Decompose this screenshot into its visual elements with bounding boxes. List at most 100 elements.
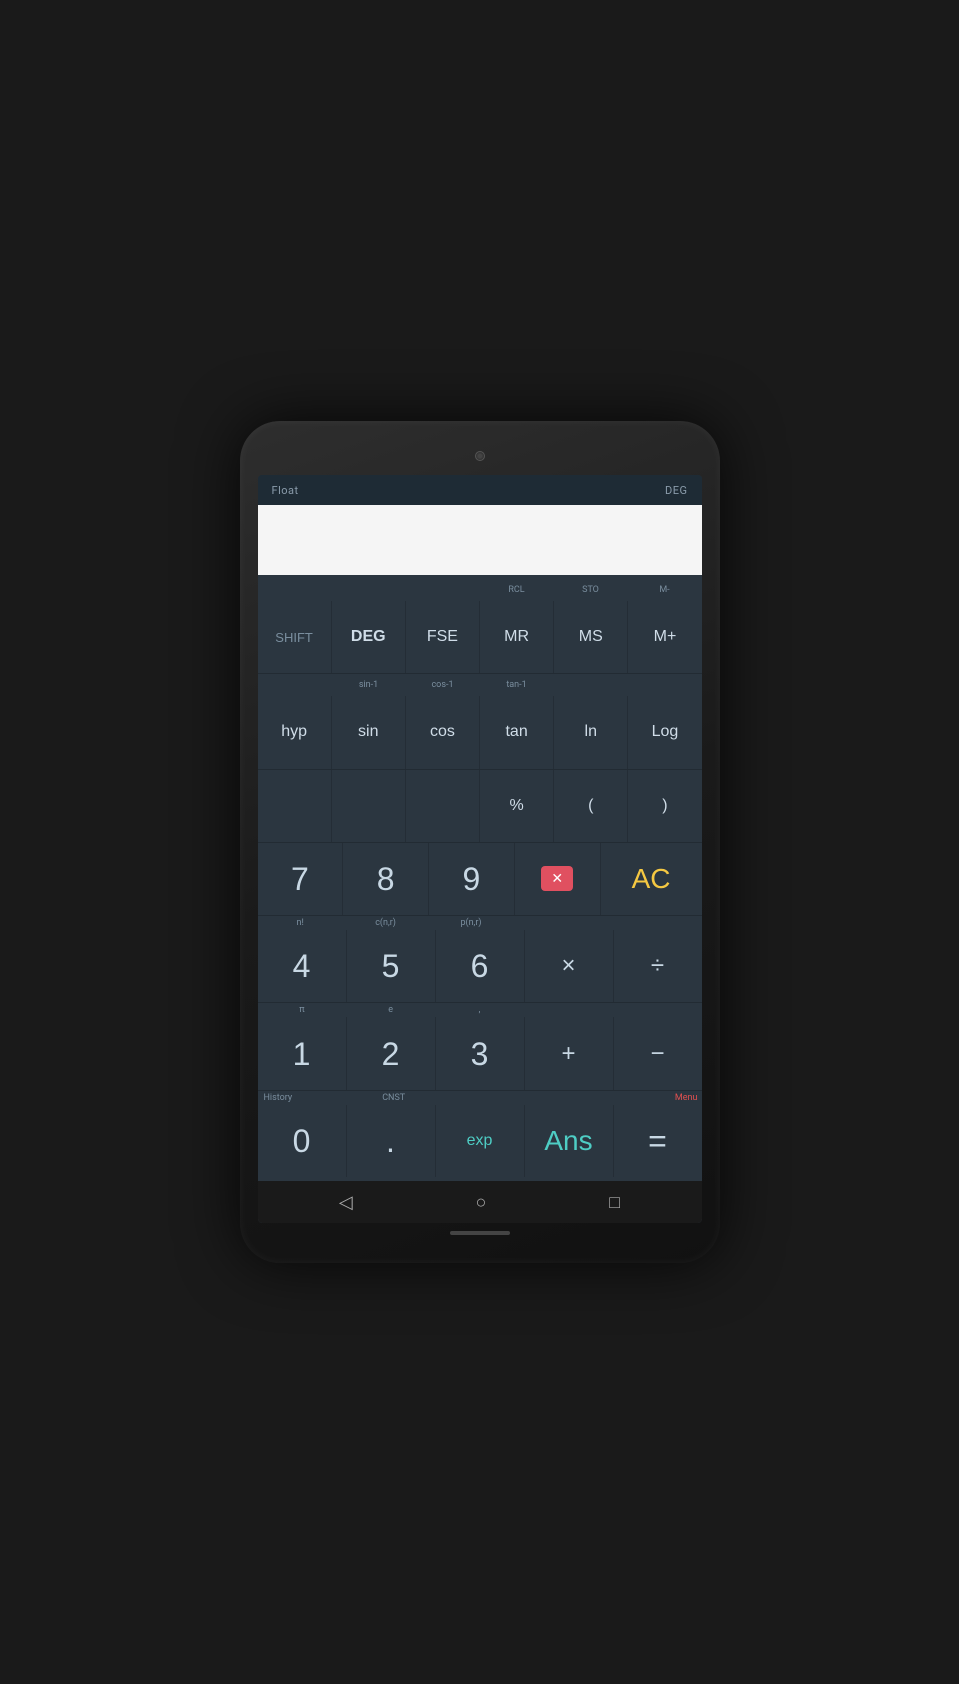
display-area [258, 505, 702, 575]
sin-button[interactable]: sin [332, 696, 406, 768]
ln-button[interactable]: ln [554, 696, 628, 768]
divide-label: ÷ [651, 954, 664, 978]
lparen-label: ( [588, 798, 593, 814]
backspace-icon: ✕ [541, 866, 573, 891]
multiply-button[interactable]: × [525, 930, 614, 1002]
equals-label: = [648, 1125, 667, 1157]
btn-6[interactable]: 6 [436, 930, 525, 1002]
sin-label: sin [358, 724, 378, 740]
mplus-label: M+ [654, 629, 677, 645]
hyp-button[interactable]: hyp [258, 696, 332, 768]
ms-button[interactable]: MS [554, 601, 628, 673]
percent-button[interactable]: % [480, 770, 554, 842]
rparen-button[interactable]: ) [628, 770, 701, 842]
pi-label: π [299, 1005, 304, 1015]
ac-label: AC [632, 865, 671, 893]
calculator-body: RCL STO M- SHIFT DEG FSE MR MS M+ sin-1 … [258, 575, 702, 1181]
ln-label: ln [585, 724, 597, 740]
home-button[interactable]: ○ [456, 1188, 507, 1217]
label-1: 1 [293, 1038, 311, 1070]
device-bottom [258, 1223, 702, 1243]
mr-label: MR [504, 629, 529, 645]
label-4: 4 [293, 950, 311, 982]
empty2-button [332, 770, 406, 842]
label-3: 3 [471, 1038, 489, 1070]
shift-label: SHIFT [275, 631, 313, 644]
tan-button[interactable]: tan [480, 696, 554, 768]
cos1-label: cos-1 [431, 680, 453, 690]
mplus-button[interactable]: M+ [628, 601, 701, 673]
label-9: 9 [463, 863, 481, 895]
ans-label: Ans [544, 1127, 592, 1155]
label-8: 8 [377, 863, 395, 895]
multiply-label: × [561, 954, 575, 978]
ms-label: MS [579, 629, 603, 645]
btn-3[interactable]: 3 [436, 1017, 525, 1089]
float-label: Float [272, 484, 299, 497]
cnst-sublabel: CNST [382, 1093, 405, 1103]
equals-button[interactable]: = [614, 1105, 702, 1177]
nfact-label: n! [297, 918, 304, 928]
screen: Float DEG RCL STO M- SHIFT DEG FSE MR MS… [258, 475, 702, 1223]
label-7: 7 [291, 863, 309, 895]
deg-button[interactable]: DEG [332, 601, 406, 673]
btn-7[interactable]: 7 [258, 843, 344, 915]
e-label: e [388, 1005, 393, 1015]
comma-label: , [479, 1005, 481, 1015]
log-label: Log [652, 724, 679, 740]
row-123: 1 2 3 + − [258, 1017, 702, 1090]
camera [475, 451, 485, 461]
sin1-label: sin-1 [359, 680, 378, 690]
btn-4[interactable]: 4 [258, 930, 347, 1002]
pnr-label: p(n,r) [460, 918, 481, 928]
history-sublabel: History [264, 1093, 293, 1103]
decimal-label: . [386, 1125, 395, 1157]
fse-label: FSE [427, 629, 458, 645]
btn-9[interactable]: 9 [429, 843, 515, 915]
exp-label: exp [467, 1133, 493, 1149]
btn-5[interactable]: 5 [347, 930, 436, 1002]
mminus-label: M- [659, 585, 669, 595]
btn-0[interactable]: 0 [258, 1105, 347, 1177]
backspace-button[interactable]: ✕ [515, 843, 601, 915]
label-0: 0 [293, 1125, 311, 1157]
exp-button[interactable]: exp [436, 1105, 525, 1177]
shift-button[interactable]: SHIFT [258, 601, 332, 673]
sto-label: STO [582, 585, 599, 595]
recents-button[interactable]: □ [589, 1188, 640, 1217]
row-memory: SHIFT DEG FSE MR MS M+ [258, 601, 702, 674]
minus-button[interactable]: − [614, 1017, 702, 1089]
row-456: 4 5 6 × ÷ [258, 930, 702, 1003]
deg-label: DEG [665, 484, 687, 497]
nav-bar: ◁ ○ □ [258, 1181, 702, 1223]
lparen-button[interactable]: ( [554, 770, 628, 842]
btn-1[interactable]: 1 [258, 1017, 347, 1089]
device-top [258, 441, 702, 471]
mr-button[interactable]: MR [480, 601, 554, 673]
empty3-button [406, 770, 480, 842]
cnr-label: c(n,r) [375, 918, 396, 928]
decimal-button[interactable]: . [347, 1105, 436, 1177]
row-trig: hyp sin cos tan ln Log [258, 696, 702, 769]
label-2: 2 [382, 1038, 400, 1070]
ac-button[interactable]: AC [601, 843, 702, 915]
btn-2[interactable]: 2 [347, 1017, 436, 1089]
log-button[interactable]: Log [628, 696, 701, 768]
percent-label: % [509, 798, 523, 814]
status-bar: Float DEG [258, 475, 702, 505]
divide-button[interactable]: ÷ [614, 930, 702, 1002]
row-789: 7 8 9 ✕ AC [258, 843, 702, 916]
fse-button[interactable]: FSE [406, 601, 480, 673]
label-6: 6 [471, 950, 489, 982]
menu-sublabel: Menu [675, 1093, 698, 1103]
plus-button[interactable]: + [525, 1017, 614, 1089]
deg-btn-label: DEG [351, 629, 386, 645]
rparen-label: ) [662, 798, 667, 814]
ans-button[interactable]: Ans [525, 1105, 614, 1177]
btn-8[interactable]: 8 [343, 843, 429, 915]
row-parens: % ( ) [258, 770, 702, 843]
tan-label: tan [505, 724, 527, 740]
back-button[interactable]: ◁ [319, 1188, 373, 1217]
cos-button[interactable]: cos [406, 696, 480, 768]
tan1-label: tan-1 [506, 680, 526, 690]
